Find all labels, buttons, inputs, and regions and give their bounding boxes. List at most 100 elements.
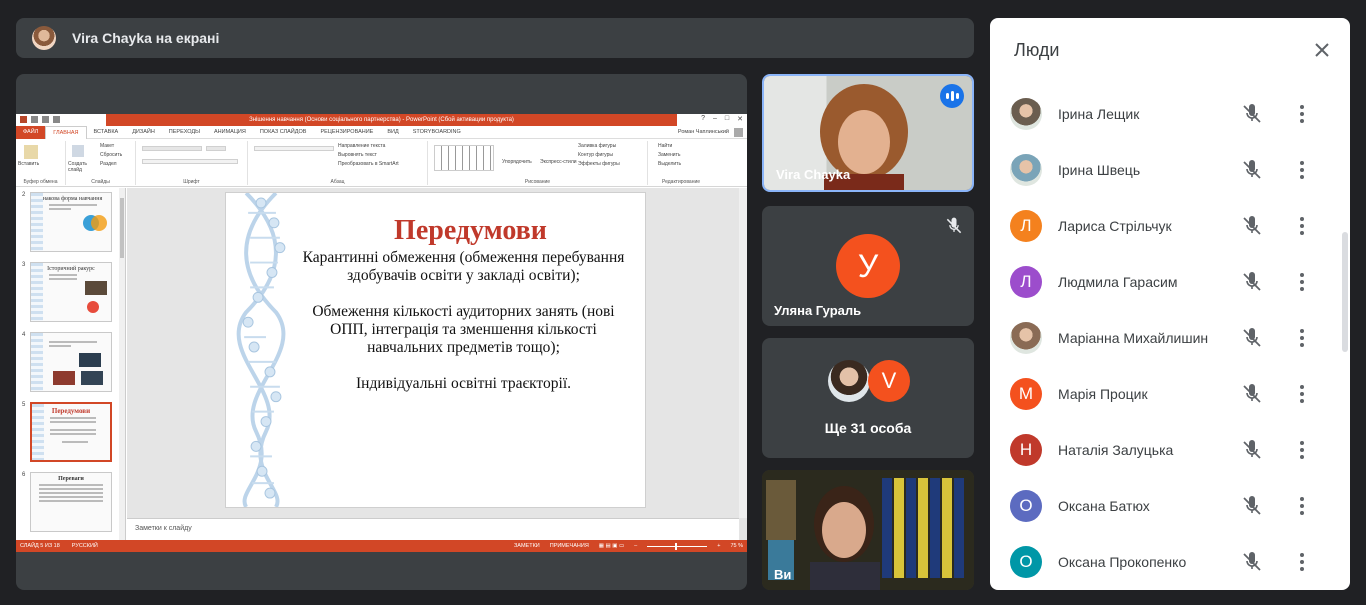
participant-name: Ірина Лещик bbox=[1058, 106, 1140, 122]
slide-title: Передумови bbox=[394, 215, 547, 246]
participant-row[interactable]: О Оксана Прокопенко bbox=[990, 534, 1340, 590]
help-icon: ? bbox=[701, 115, 705, 122]
thumb-text-line bbox=[62, 441, 88, 443]
participant-name: Оксана Батюх bbox=[1058, 498, 1150, 514]
mic-off-icon[interactable] bbox=[1240, 550, 1264, 574]
thumb-number: 3 bbox=[22, 262, 26, 268]
replace-button: Заменить bbox=[658, 152, 681, 158]
slide-edit-area: Передумови Карантинні обмеження (обмежен… bbox=[127, 188, 747, 540]
slide-paragraph: Обмеження кількості аудиторних занять (н… bbox=[312, 303, 615, 356]
font-size-field bbox=[206, 146, 226, 151]
more-options-icon[interactable] bbox=[1290, 438, 1314, 462]
thumb-text-line bbox=[49, 274, 77, 276]
create-slide-button: Создать слайд bbox=[68, 161, 88, 173]
mic-off-icon[interactable] bbox=[1240, 382, 1264, 406]
ribbon-group-slides: Создать слайд Макет Сбросить Раздел Слай… bbox=[66, 141, 136, 185]
slide-thumbnail bbox=[30, 332, 112, 392]
thumb-text-line bbox=[49, 278, 77, 280]
notes-pane: Заметки к слайду bbox=[127, 518, 739, 540]
more-participants-tile[interactable]: V Ще 31 особа bbox=[762, 338, 974, 458]
slide-counter: СЛАЙД 5 ИЗ 18 bbox=[20, 543, 60, 549]
close-icon[interactable] bbox=[1310, 38, 1334, 62]
ribbon-group-paragraph: Направление текста Выровнять текст Преоб… bbox=[248, 141, 428, 185]
participant-row[interactable]: О Оксана Батюх bbox=[990, 478, 1340, 534]
mic-off-icon[interactable] bbox=[1240, 270, 1264, 294]
more-options-icon[interactable] bbox=[1290, 158, 1314, 182]
thumbnails-scrollbar bbox=[119, 188, 125, 540]
quick-styles-button: Экспресс-стили bbox=[540, 159, 577, 165]
mic-off-icon[interactable] bbox=[1240, 494, 1264, 518]
thumb-number: 4 bbox=[22, 332, 26, 338]
more-options-icon[interactable] bbox=[1290, 270, 1314, 294]
more-options-icon[interactable] bbox=[1290, 550, 1314, 574]
mic-off-icon[interactable] bbox=[1240, 102, 1264, 126]
participant-tile-ulyana[interactable]: У Уляна Гураль bbox=[762, 206, 974, 326]
group-label-slides: Слайды bbox=[91, 179, 110, 185]
slide-thumbnail: Історичний ракурс bbox=[30, 262, 112, 322]
section-button: Раздел bbox=[100, 161, 117, 167]
participant-row[interactable]: Л Людмила Гарасим bbox=[990, 254, 1340, 310]
participant-name: Ірина Швець bbox=[1058, 162, 1141, 178]
mic-off-icon[interactable] bbox=[1240, 326, 1264, 350]
avatar: О bbox=[1010, 546, 1042, 578]
thumb-text-line bbox=[39, 492, 103, 494]
avatar bbox=[1010, 98, 1042, 130]
ribbon-tabs: ФАЙЛ ГЛАВНАЯ ВСТАВКА ДИЗАЙН ПЕРЕХОДЫ АНИМАЦИЯ… bbox=[16, 125, 747, 139]
participant-row[interactable]: Л Лариса Стрільчук bbox=[990, 198, 1340, 254]
scrollbar-thumb bbox=[120, 198, 124, 258]
mic-off-icon[interactable] bbox=[1240, 438, 1264, 462]
video-feed bbox=[762, 470, 974, 590]
slide-paragraph: Індивідуальні освітні траєкторії. bbox=[355, 375, 571, 392]
new-slide-icon bbox=[72, 145, 84, 157]
shapes-gallery bbox=[434, 145, 494, 171]
participant-row[interactable]: Н Наталія Залуцька bbox=[990, 422, 1340, 478]
shape-effects-button: Эффекты фигуры bbox=[578, 161, 620, 167]
view-buttons: ▦ ▤ ▣ ▭ bbox=[598, 543, 625, 549]
thumb-text-line bbox=[50, 417, 96, 419]
pp-titlebar: Знішення навчання (Основи соціального па… bbox=[16, 114, 747, 126]
more-options-icon[interactable] bbox=[1290, 494, 1314, 518]
thumb-number: 2 bbox=[22, 192, 26, 198]
panel-scrollbar[interactable] bbox=[1342, 232, 1348, 352]
thumb-helix bbox=[32, 404, 44, 460]
notes-toggle: ЗАМЕТКИ bbox=[513, 543, 540, 549]
participant-name: Наталія Залуцька bbox=[1058, 442, 1174, 458]
group-label-drawing: Рисование bbox=[524, 179, 551, 185]
participant-tile-vira[interactable]: Vira Chayka bbox=[762, 74, 974, 192]
group-label-editing: Редактирование bbox=[661, 179, 701, 185]
self-video-image bbox=[762, 470, 974, 590]
presenting-title: Vira Chayka на екрані bbox=[72, 30, 220, 46]
pp-status-bar: СЛАЙД 5 ИЗ 18 РУССКИЙ ЗАМЕТКИ ПРИМЕЧАНИЯ… bbox=[16, 540, 747, 552]
more-options-icon[interactable] bbox=[1290, 102, 1314, 126]
zoom-out-icon: – bbox=[634, 543, 638, 549]
more-options-icon[interactable] bbox=[1290, 382, 1314, 406]
thumb-image bbox=[79, 353, 101, 367]
thumb-helix bbox=[31, 333, 43, 391]
participant-row[interactable]: М Марія Процик bbox=[990, 366, 1340, 422]
slide-thumbnail-selected: Передумови bbox=[30, 402, 112, 462]
avatar: V bbox=[868, 360, 910, 402]
avatar: Л bbox=[1010, 210, 1042, 242]
find-button: Найти bbox=[658, 143, 673, 149]
more-options-icon[interactable] bbox=[1290, 214, 1314, 238]
group-label-clipboard: Буфер обмена bbox=[23, 179, 58, 185]
screen-share: Знішення навчання (Основи соціального па… bbox=[16, 74, 747, 590]
presenting-bar: Vira Chayka на екрані bbox=[16, 18, 974, 58]
participant-row[interactable]: Ірина Лещик bbox=[990, 86, 1340, 142]
avatar: У bbox=[836, 234, 900, 298]
mic-off-icon[interactable] bbox=[1240, 214, 1264, 238]
thumb-image bbox=[87, 301, 99, 313]
participant-row[interactable]: Маріанна Михайлишин bbox=[990, 310, 1340, 366]
pp-window-title: Знішення навчання (Основи соціального па… bbox=[249, 117, 514, 123]
self-tile[interactable]: Ви bbox=[762, 470, 974, 590]
avatar: О bbox=[1010, 490, 1042, 522]
thumb-helix bbox=[31, 263, 43, 321]
more-options-icon[interactable] bbox=[1290, 326, 1314, 350]
thumb-text-line bbox=[50, 429, 96, 431]
slide-thumbnail: Переваги bbox=[30, 472, 112, 532]
thumb-text-line bbox=[39, 488, 103, 490]
tile-name: Уляна Гураль bbox=[774, 303, 862, 318]
participant-row[interactable]: Ірина Швець bbox=[990, 142, 1340, 198]
reset-button: Сбросить bbox=[100, 152, 123, 158]
mic-off-icon[interactable] bbox=[1240, 158, 1264, 182]
